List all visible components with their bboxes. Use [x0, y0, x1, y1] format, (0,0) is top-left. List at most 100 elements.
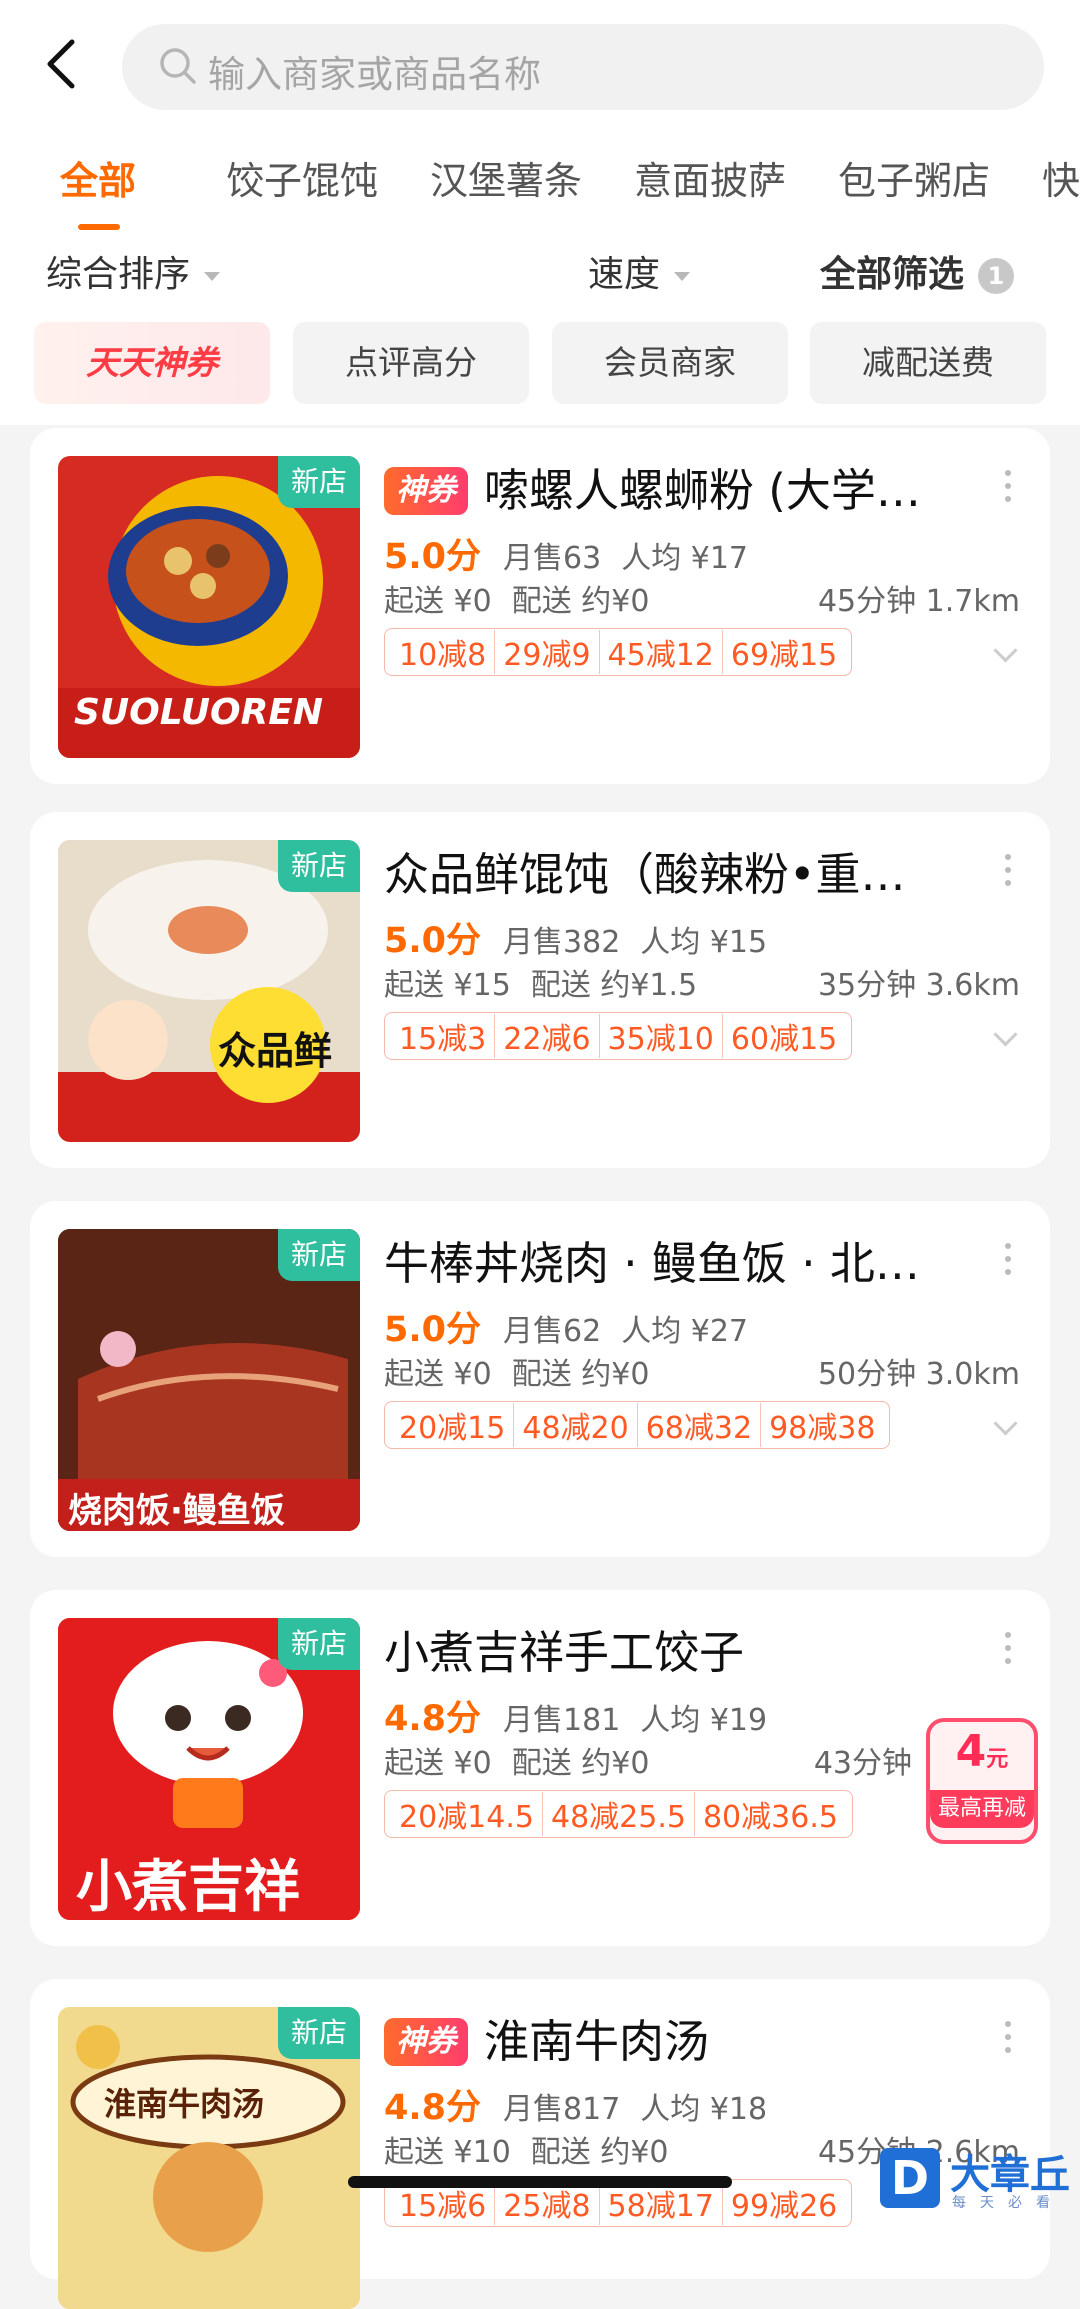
store-name: 众品鲜馄饨（酸辣粉•重… [384, 848, 906, 901]
chip-high-rating[interactable]: 点评高分 [293, 322, 529, 404]
new-store-badge: 新店 [278, 456, 360, 508]
filter-count-badge: 1 [978, 258, 1015, 294]
promo-tag: 29减9 [494, 630, 598, 674]
promo-tags: 15减3 22减6 35减10 60减15 [384, 1012, 853, 1060]
discount-label: 最高再减 [930, 1790, 1034, 1828]
store-name: 牛棒丼烧肉 · 鳗鱼饭 · 北… [384, 1237, 920, 1290]
avg-price: 人均 ¥27 [621, 1314, 748, 1349]
avg-price: 人均 ¥17 [621, 541, 748, 576]
top-bar: 输入商家或商品名称 全部 饺子馄饨 汉堡薯条 意面披萨 包子粥店 快 综合排序 … [0, 0, 1080, 425]
rating: 4.8分 [384, 1699, 482, 1739]
min-order: 起送 ¥15 [384, 968, 511, 1003]
rating: 4.8分 [384, 2088, 482, 2128]
promo-tag: 48减20 [513, 1403, 636, 1447]
tab-buns-congee[interactable]: 包子粥店 [838, 150, 990, 205]
store-name: 神券 淮南牛肉汤 [384, 2005, 984, 2070]
more-options-icon[interactable] [1004, 854, 1012, 890]
min-order: 起送 ¥0 [384, 584, 492, 619]
delivery-fee: 配送 约¥0 [511, 1746, 650, 1781]
delivery-info: 起送 ¥0 配送 约¥0 [384, 1349, 669, 1393]
tab-burgers-fries[interactable]: 汉堡薯条 [430, 150, 582, 205]
more-options-icon[interactable] [1004, 470, 1012, 506]
store-stats: 4.8分 月售817 人均 ¥18 [384, 2079, 767, 2130]
store-image-logo-text: SUOLUOREN [74, 692, 324, 733]
store-image: SUOLUOREN 新店 [58, 456, 360, 758]
delivery-info: 起送 ¥15 配送 约¥1.5 [384, 960, 717, 1004]
store-image: 烧肉饭·鳗鱼饭 新店 [58, 1229, 360, 1531]
store-image-logo-text: 烧肉饭·鳗鱼饭 [68, 1491, 285, 1531]
promo-tag: 10减8 [399, 638, 487, 673]
store-card[interactable]: 烧肉饭·鳗鱼饭 新店 牛棒丼烧肉 · 鳗鱼饭 · 北… 5.0分 月售62 人均 ¥… [30, 1201, 1050, 1557]
delivery-fee: 配送 约¥1.5 [530, 968, 698, 1003]
more-options-icon[interactable] [1004, 1243, 1012, 1279]
extra-discount-badge[interactable]: 4元 最高再减 [926, 1718, 1038, 1844]
promo-tag: 20减15 [399, 1411, 506, 1446]
monthly-sales: 月售817 [503, 2092, 621, 2127]
filter-all-button[interactable]: 全部筛选 1 [820, 245, 1015, 297]
search-icon [160, 48, 196, 84]
delivery-fee: 配送 约¥0 [511, 1357, 650, 1392]
sort-overall-label: 综合排序 [46, 254, 191, 295]
coupon-badge: 神券 [384, 467, 468, 515]
caret-down-icon [204, 271, 221, 281]
watermark-logo-mark: D [880, 2148, 940, 2208]
promo-tag: 60减15 [721, 1014, 845, 1058]
store-name-text: 淮南牛肉汤 [484, 2015, 710, 2068]
chip-reduced-delivery[interactable]: 减配送费 [810, 322, 1046, 404]
store-image-logo-text: 众品鲜 [218, 1028, 333, 1073]
promo-tag: 20减14.5 [399, 1800, 534, 1835]
tab-pasta-pizza[interactable]: 意面披萨 [634, 150, 786, 205]
promo-tag: 80减36.5 [693, 1792, 846, 1836]
tab-dumplings-wontons[interactable]: 饺子馄饨 [226, 150, 378, 205]
expand-chevron-icon[interactable] [993, 1022, 1018, 1047]
avg-price: 人均 ¥19 [640, 1703, 768, 1738]
time-distance: 50分钟 3.0km [817, 1357, 1020, 1392]
promo-tag: 48减25.5 [541, 1792, 694, 1836]
store-image: 小煮吉祥 新店 [58, 1618, 360, 1920]
expand-chevron-icon[interactable] [993, 1411, 1018, 1436]
rating: 5.0分 [384, 1310, 482, 1350]
sort-speed-label: 速度 [588, 254, 661, 295]
watermark-logo: D 大章丘 每天必看 [880, 2140, 1080, 2213]
store-image: 淮南牛肉汤 新店 [58, 2007, 360, 2309]
store-card[interactable]: 小煮吉祥 新店 小煮吉祥手工饺子 4.8分 月售181 人均 ¥19 起送 ¥0 配送… [30, 1590, 1050, 1946]
promo-tags: 20减14.5 48减25.5 80减36.5 [384, 1790, 853, 1838]
store-stats: 5.0分 月售382 人均 ¥15 [384, 912, 767, 963]
chip-member-stores[interactable]: 会员商家 [552, 322, 788, 404]
store-image-logo-text: 淮南牛肉汤 [104, 2085, 265, 2123]
sort-speed-dropdown[interactable]: 速度 [588, 245, 691, 297]
store-card[interactable]: SUOLUOREN 新店 神券 嗦螺人螺蛳粉 (大学… 5.0分 月售63 人均 ¥1… [30, 428, 1050, 784]
min-order: 起送 ¥10 [384, 2135, 511, 2170]
store-image: 众品鲜 新店 [58, 840, 360, 1142]
store-image-logo-text: 小煮吉祥 [76, 1855, 300, 1920]
expand-chevron-icon[interactable] [993, 638, 1018, 663]
monthly-sales: 月售63 [503, 541, 602, 576]
sort-overall-dropdown[interactable]: 综合排序 [46, 245, 221, 297]
rating: 5.0分 [384, 921, 482, 961]
promo-tag: 15减3 [399, 1022, 487, 1057]
search-input[interactable]: 输入商家或商品名称 [122, 24, 1044, 110]
store-card[interactable]: 淮南牛肉汤 新店 神券 淮南牛肉汤 4.8分 月售817 人均 ¥18 起送 ¥10 配… [30, 1979, 1050, 2309]
filter-label: 全部筛选 [820, 254, 965, 295]
chip-daily-coupon[interactable]: 天天神券 [34, 322, 270, 404]
discount-amount: 4 [955, 1726, 987, 1777]
active-tab-indicator [78, 224, 120, 230]
more-options-icon[interactable] [1004, 2021, 1012, 2057]
tab-fast[interactable]: 快 [1042, 150, 1080, 205]
store-card[interactable]: 众品鲜 新店 众品鲜馄饨（酸辣粉•重… 5.0分 月售382 人均 ¥15 起送 ¥… [30, 812, 1050, 1168]
rating: 5.0分 [384, 537, 482, 577]
delivery-info: 起送 ¥0 配送 约¥0 [384, 1738, 669, 1782]
promo-tag: 35减10 [598, 1014, 722, 1058]
monthly-sales: 月售181 [503, 1703, 621, 1738]
delivery-fee: 配送 约¥0 [511, 584, 650, 619]
search-placeholder: 输入商家或商品名称 [208, 53, 541, 96]
discount-unit: 元 [986, 1747, 1009, 1772]
store-stats: 5.0分 月售63 人均 ¥17 [384, 528, 748, 579]
promo-tag: 45减12 [598, 630, 722, 674]
new-store-badge: 新店 [278, 840, 360, 892]
back-arrow-icon[interactable] [40, 34, 88, 94]
home-indicator[interactable] [348, 2176, 732, 2188]
tab-all[interactable]: 全部 [60, 150, 136, 205]
more-options-icon[interactable] [1004, 1632, 1012, 1668]
store-name-text: 嗦螺人螺蛳粉 (大学… [484, 464, 921, 517]
